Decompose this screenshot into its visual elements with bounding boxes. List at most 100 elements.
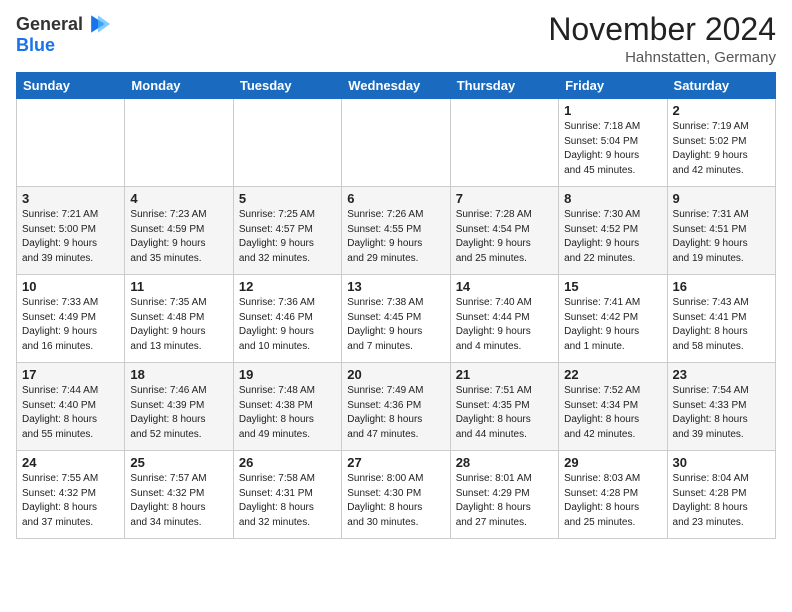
calendar-cell-w5d2: 25 Sunrise: 7:57 AM Sunset: 4:32 PM Dayli… (125, 451, 233, 539)
day-number: 9 (673, 191, 770, 206)
calendar-cell-w4d6: 22 Sunrise: 7:52 AM Sunset: 4:34 PM Dayli… (559, 363, 667, 451)
calendar: Sunday Monday Tuesday Wednesday Thursday… (16, 72, 776, 539)
day-info: Sunrise: 7:31 AM Sunset: 4:51 PM Dayligh… (673, 208, 770, 266)
day-info: Sunrise: 7:44 AM Sunset: 4:40 PM Dayligh… (22, 384, 119, 442)
day-info: Sunrise: 7:52 AM Sunset: 4:34 PM Dayligh… (564, 384, 661, 442)
calendar-cell-w1d7: 2 Sunrise: 7:19 AM Sunset: 5:02 PM Daylig… (667, 99, 775, 187)
title-location: Hahnstatten, Germany (548, 49, 776, 66)
day-number: 21 (456, 367, 553, 382)
day-number: 22 (564, 367, 661, 382)
calendar-cell-w4d2: 18Sunrise: 7:46 AM Sunset: 4:39 PM Dayli… (125, 363, 233, 451)
day-number: 23 (673, 367, 770, 382)
calendar-cell-w1d6: 1 Sunrise: 7:18 AM Sunset: 5:04 PM Daylig… (559, 99, 667, 187)
day-info: Sunrise: 7:40 AM Sunset: 4:44 PM Dayligh… (456, 296, 553, 354)
day-number: 29 (564, 455, 661, 470)
weekday-friday: Friday (559, 73, 667, 99)
day-info: Sunrise: 7:57 AM Sunset: 4:32 PM Dayligh… (130, 472, 227, 530)
logo: General Blue (16, 12, 110, 54)
day-info: Sunrise: 7:48 AM Sunset: 4:38 PM Dayligh… (239, 384, 336, 442)
day-number: 11 (130, 279, 227, 294)
calendar-week-3: 10 Sunrise: 7:33 AM Sunset: 4:49 PM Dayli… (17, 275, 776, 363)
calendar-cell-w1d4 (342, 99, 450, 187)
weekday-saturday: Saturday (667, 73, 775, 99)
day-info: Sunrise: 7:41 AM Sunset: 4:42 PM Dayligh… (564, 296, 661, 354)
header: General Blue November 2024 Hahnstatten, … (16, 12, 776, 66)
day-info: Sunrise: 7:38 AM Sunset: 4:45 PM Dayligh… (347, 296, 444, 354)
day-info: Sunrise: 7:23 AM Sunset: 4:59 PM Dayligh… (130, 208, 227, 266)
day-number: 15 (564, 279, 661, 294)
day-info: Sunrise: 7:49 AM Sunset: 4:36 PM Dayligh… (347, 384, 444, 442)
day-info: Sunrise: 7:33 AM Sunset: 4:49 PM Dayligh… (22, 296, 119, 354)
day-info: Sunrise: 7:43 AM Sunset: 4:41 PM Dayligh… (673, 296, 770, 354)
weekday-sunday: Sunday (17, 73, 125, 99)
day-info: Sunrise: 7:51 AM Sunset: 4:35 PM Dayligh… (456, 384, 553, 442)
day-number: 2 (673, 103, 770, 118)
calendar-cell-w4d1: 17 Sunrise: 7:44 AM Sunset: 4:40 PM Dayli… (17, 363, 125, 451)
day-number: 16 (673, 279, 770, 294)
day-number: 25 (130, 455, 227, 470)
day-number: 12 (239, 279, 336, 294)
title-month: November 2024 (548, 12, 776, 47)
day-info: Sunrise: 8:01 AM Sunset: 4:29 PM Dayligh… (456, 472, 553, 530)
calendar-cell-w5d6: 29 Sunrise: 8:03 AM Sunset: 4:28 PM Dayli… (559, 451, 667, 539)
day-number: 28 (456, 455, 553, 470)
calendar-cell-w2d1: 3Sunrise: 7:21 AM Sunset: 5:00 PM Daylig… (17, 187, 125, 275)
calendar-cell-w5d7: 30Sunrise: 8:04 AM Sunset: 4:28 PM Dayli… (667, 451, 775, 539)
day-number: 1 (564, 103, 661, 118)
calendar-week-4: 17 Sunrise: 7:44 AM Sunset: 4:40 PM Dayli… (17, 363, 776, 451)
day-info: Sunrise: 7:55 AM Sunset: 4:32 PM Dayligh… (22, 472, 119, 530)
calendar-cell-w3d5: 14 Sunrise: 7:40 AM Sunset: 4:44 PM Dayli… (450, 275, 558, 363)
calendar-cell-w1d2 (125, 99, 233, 187)
calendar-cell-w2d5: 7 Sunrise: 7:28 AM Sunset: 4:54 PM Daylig… (450, 187, 558, 275)
calendar-week-2: 3Sunrise: 7:21 AM Sunset: 5:00 PM Daylig… (17, 187, 776, 275)
day-number: 7 (456, 191, 553, 206)
calendar-cell-w4d3: 19Sunrise: 7:48 AM Sunset: 4:38 PM Dayli… (233, 363, 341, 451)
day-info: Sunrise: 7:18 AM Sunset: 5:04 PM Dayligh… (564, 120, 661, 178)
calendar-cell-w2d7: 9 Sunrise: 7:31 AM Sunset: 4:51 PM Daylig… (667, 187, 775, 275)
logo-icon (86, 12, 110, 36)
day-number: 10 (22, 279, 119, 294)
calendar-cell-w5d5: 28 Sunrise: 8:01 AM Sunset: 4:29 PM Dayli… (450, 451, 558, 539)
day-number: 20 (347, 367, 444, 382)
calendar-cell-w3d1: 10 Sunrise: 7:33 AM Sunset: 4:49 PM Dayli… (17, 275, 125, 363)
day-number: 5 (239, 191, 336, 206)
title-area: November 2024 Hahnstatten, Germany (548, 12, 776, 66)
day-info: Sunrise: 7:46 AM Sunset: 4:39 PM Dayligh… (130, 384, 227, 442)
calendar-cell-w4d4: 20 Sunrise: 7:49 AM Sunset: 4:36 PM Dayli… (342, 363, 450, 451)
calendar-cell-w3d4: 13 Sunrise: 7:38 AM Sunset: 4:45 PM Dayli… (342, 275, 450, 363)
calendar-cell-w4d7: 23Sunrise: 7:54 AM Sunset: 4:33 PM Dayli… (667, 363, 775, 451)
day-number: 4 (130, 191, 227, 206)
calendar-cell-w3d6: 15 Sunrise: 7:41 AM Sunset: 4:42 PM Dayli… (559, 275, 667, 363)
day-number: 6 (347, 191, 444, 206)
page: General Blue November 2024 Hahnstatten, … (0, 0, 792, 612)
day-number: 24 (22, 455, 119, 470)
calendar-week-5: 24 Sunrise: 7:55 AM Sunset: 4:32 PM Dayli… (17, 451, 776, 539)
calendar-cell-w2d2: 4 Sunrise: 7:23 AM Sunset: 4:59 PM Daylig… (125, 187, 233, 275)
calendar-cell-w4d5: 21 Sunrise: 7:51 AM Sunset: 4:35 PM Dayli… (450, 363, 558, 451)
day-number: 14 (456, 279, 553, 294)
calendar-cell-w3d7: 16 Sunrise: 7:43 AM Sunset: 4:41 PM Dayli… (667, 275, 775, 363)
day-info: Sunrise: 7:19 AM Sunset: 5:02 PM Dayligh… (673, 120, 770, 178)
day-number: 3 (22, 191, 119, 206)
day-info: Sunrise: 7:26 AM Sunset: 4:55 PM Dayligh… (347, 208, 444, 266)
day-info: Sunrise: 8:00 AM Sunset: 4:30 PM Dayligh… (347, 472, 444, 530)
day-number: 13 (347, 279, 444, 294)
day-info: Sunrise: 7:35 AM Sunset: 4:48 PM Dayligh… (130, 296, 227, 354)
logo-general: General (16, 15, 83, 33)
calendar-cell-w2d4: 6 Sunrise: 7:26 AM Sunset: 4:55 PM Daylig… (342, 187, 450, 275)
day-info: Sunrise: 7:28 AM Sunset: 4:54 PM Dayligh… (456, 208, 553, 266)
calendar-cell-w5d1: 24 Sunrise: 7:55 AM Sunset: 4:32 PM Dayli… (17, 451, 125, 539)
weekday-wednesday: Wednesday (342, 73, 450, 99)
day-info: Sunrise: 8:03 AM Sunset: 4:28 PM Dayligh… (564, 472, 661, 530)
calendar-header-row: Sunday Monday Tuesday Wednesday Thursday… (17, 73, 776, 99)
calendar-cell-w3d3: 12Sunrise: 7:36 AM Sunset: 4:46 PM Dayli… (233, 275, 341, 363)
calendar-cell-w5d4: 27 Sunrise: 8:00 AM Sunset: 4:30 PM Dayli… (342, 451, 450, 539)
day-number: 26 (239, 455, 336, 470)
day-number: 27 (347, 455, 444, 470)
calendar-cell-w2d3: 5Sunrise: 7:25 AM Sunset: 4:57 PM Daylig… (233, 187, 341, 275)
weekday-monday: Monday (125, 73, 233, 99)
day-number: 17 (22, 367, 119, 382)
calendar-week-1: 1 Sunrise: 7:18 AM Sunset: 5:04 PM Daylig… (17, 99, 776, 187)
calendar-cell-w1d1 (17, 99, 125, 187)
calendar-cell-w1d5 (450, 99, 558, 187)
